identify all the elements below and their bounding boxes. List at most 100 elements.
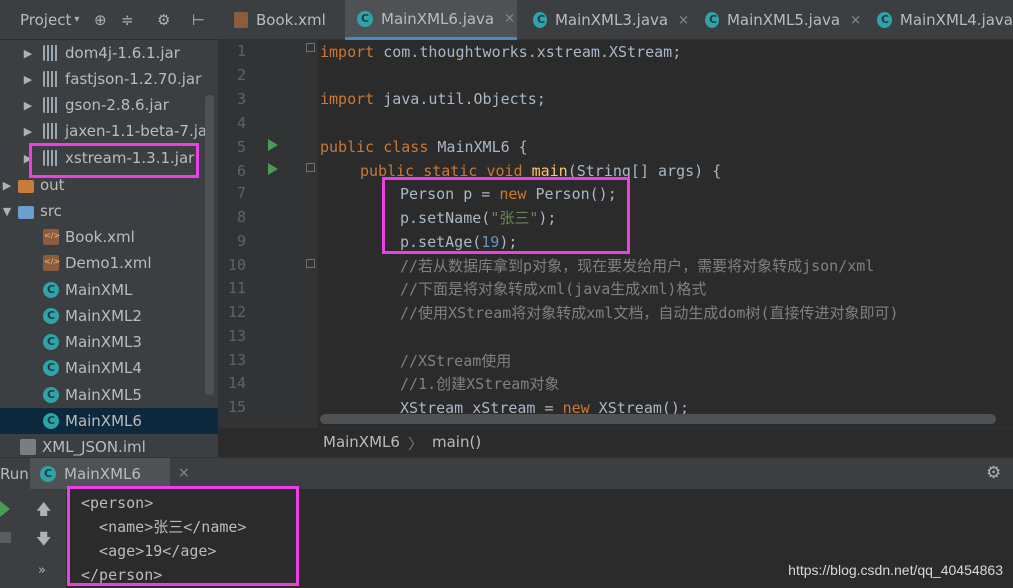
class-icon — [43, 413, 59, 429]
console-line: <person> — [81, 494, 154, 512]
tree-item-demo1-xml[interactable]: Demo1.xml — [0, 250, 218, 276]
code-text: (String[] args) { — [567, 162, 722, 180]
more-icon[interactable]: » — [38, 563, 46, 578]
gear-icon[interactable]: ⚙ — [157, 11, 170, 29]
rerun-icon[interactable] — [0, 501, 10, 517]
expand-arrow-icon[interactable]: ▶ — [21, 125, 35, 138]
code-line-1: import com.thoughtworks.xstream.XStream; — [320, 40, 681, 64]
tab-mainxml3-java[interactable]: MainXML3.java × — [517, 0, 689, 40]
fold-icon[interactable] — [306, 43, 315, 52]
project-header: Project ▾ ⊕ ≑ ⚙ ⊢ — [0, 0, 218, 40]
line-number: 9 — [236, 232, 246, 250]
string-literal: "张三" — [490, 209, 539, 227]
line-number: 14 — [227, 374, 246, 392]
expand-arrow-icon[interactable]: ▶ — [0, 179, 14, 192]
tree-item-label: fastjson-1.2.70.jar — [65, 70, 202, 88]
project-scrollbar[interactable] — [205, 95, 214, 395]
iml-file-icon — [20, 439, 36, 455]
line-number: 11 — [227, 279, 246, 297]
expand-arrow-icon[interactable]: ▶ — [21, 73, 35, 86]
class-icon — [43, 282, 59, 298]
tab-mainxml6-java[interactable]: MainXML6.java × — [345, 0, 517, 40]
locate-icon[interactable]: ⊕ — [94, 11, 107, 29]
code-editor[interactable]: import com.thoughtworks.xstream.XStream;… — [318, 40, 1013, 427]
class-icon — [705, 12, 719, 28]
gear-icon[interactable]: ⚙ — [986, 463, 1001, 483]
tree-item-mainxml6[interactable]: MainXML6 — [0, 408, 218, 434]
dropdown-icon[interactable]: ▾ — [74, 14, 79, 25]
jar-icon — [43, 150, 59, 166]
code-text: Person(); — [526, 185, 617, 203]
arrow-up-icon[interactable]: 🡅 — [36, 499, 51, 524]
project-view-selector[interactable]: Project — [20, 11, 71, 29]
close-icon[interactable]: × — [850, 13, 861, 28]
fold-icon[interactable] — [306, 163, 315, 172]
code-line-8: p.setName("张三"); — [400, 206, 556, 230]
hide-panel-icon[interactable]: ⊢ — [192, 11, 205, 29]
jar-icon — [43, 71, 59, 87]
jar-icon — [43, 97, 59, 113]
tree-item-label: MainXML3 — [65, 333, 142, 351]
console-output[interactable]: <person> <name>张三</name> <age>19</age> <… — [66, 489, 1013, 588]
tree-item-src-folder[interactable]: ▼ src — [0, 198, 218, 224]
tree-item-fastjson-jar[interactable]: ▶ fastjson-1.2.70.jar — [0, 66, 218, 92]
tree-item-mainxml[interactable]: MainXML — [0, 277, 218, 303]
tab-label: MainXML5.java — [726, 11, 841, 29]
arrow-down-icon[interactable]: 🡇 — [36, 529, 51, 554]
close-icon[interactable]: × — [678, 13, 689, 28]
tree-item-label: XML_JSON.iml — [42, 438, 146, 456]
run-main-icon[interactable] — [268, 163, 278, 175]
tree-item-mainxml3[interactable]: MainXML3 — [0, 329, 218, 355]
tree-item-label: src — [40, 202, 62, 220]
keyword: static — [423, 162, 478, 180]
method-name: main — [531, 162, 568, 180]
expand-arrow-icon[interactable]: ▶ — [21, 47, 35, 60]
code-text: p.setAge( — [400, 233, 482, 251]
class-icon — [43, 334, 59, 350]
class-icon — [43, 387, 59, 403]
class-icon — [357, 10, 373, 27]
tree-item-mainxml2[interactable]: MainXML2 — [0, 303, 218, 329]
run-tab-mainxml6[interactable]: MainXML6 — [30, 458, 170, 490]
tree-item-label: MainXML5 — [65, 386, 142, 404]
collapse-arrow-icon[interactable]: ▼ — [0, 205, 14, 218]
tab-mainxml5-java[interactable]: MainXML5.java × — [689, 0, 861, 40]
code-line-5: public class MainXML6 { — [320, 135, 528, 159]
tree-item-jaxen-jar[interactable]: ▶ jaxen-1.1-beta-7.jar — [0, 118, 218, 144]
tree-item-gson-jar[interactable]: ▶ gson-2.8.6.jar — [0, 92, 218, 118]
run-class-icon[interactable] — [268, 139, 278, 151]
tab-mainxml4-java[interactable]: MainXML4.java — [861, 0, 1013, 40]
stop-icon[interactable] — [0, 532, 11, 543]
breadcrumb: MainXML6 〉 main() — [218, 427, 1013, 457]
tree-item-dom4j-jar[interactable]: ▶ dom4j-1.6.1.jar — [0, 40, 218, 66]
fold-icon[interactable] — [306, 259, 315, 268]
code-line-15: //1.创建XStream对象 — [400, 375, 560, 393]
collapse-all-icon[interactable]: ≑ — [121, 11, 134, 29]
tree-item-out-folder[interactable]: ▶ out — [0, 172, 218, 198]
breadcrumb-class[interactable]: MainXML6 — [323, 433, 400, 451]
editor-horizontal-scrollbar[interactable] — [320, 414, 996, 424]
expand-arrow-icon[interactable]: ▶ — [21, 152, 35, 165]
code-text: MainXML6 { — [428, 138, 528, 156]
close-icon[interactable]: × — [178, 465, 190, 481]
xml-file-icon — [234, 12, 248, 28]
code-line-11: //下面是将对象转成xml(java生成xml)格式 — [400, 280, 707, 298]
tree-item-book-xml[interactable]: Book.xml — [0, 224, 218, 250]
tree-item-xstream-jar[interactable]: ▶ xstream-1.3.1.jar — [0, 145, 218, 171]
breadcrumb-method[interactable]: main() — [432, 433, 481, 451]
line-number: 8 — [236, 208, 246, 226]
tree-item-mainxml5[interactable]: MainXML5 — [0, 382, 218, 408]
code-line-10: //若从数据库拿到p对象，现在要发给用户，需要将对象转成json/xml — [400, 257, 875, 275]
jar-icon — [43, 123, 59, 139]
tree-item-mainxml4[interactable]: MainXML4 — [0, 355, 218, 381]
tree-item-label: Demo1.xml — [65, 254, 152, 272]
expand-arrow-icon[interactable]: ▶ — [21, 99, 35, 112]
tab-book-xml[interactable]: Book.xml — [218, 0, 345, 40]
run-toolbar: 🡅 🡇 » — [0, 489, 66, 588]
code-text: ); — [499, 233, 518, 251]
class-icon — [533, 12, 547, 28]
close-icon[interactable]: × — [504, 11, 515, 26]
tab-label: MainXML6.java — [381, 9, 495, 28]
tree-item-label: gson-2.8.6.jar — [65, 96, 169, 114]
xml-file-icon — [43, 229, 60, 245]
